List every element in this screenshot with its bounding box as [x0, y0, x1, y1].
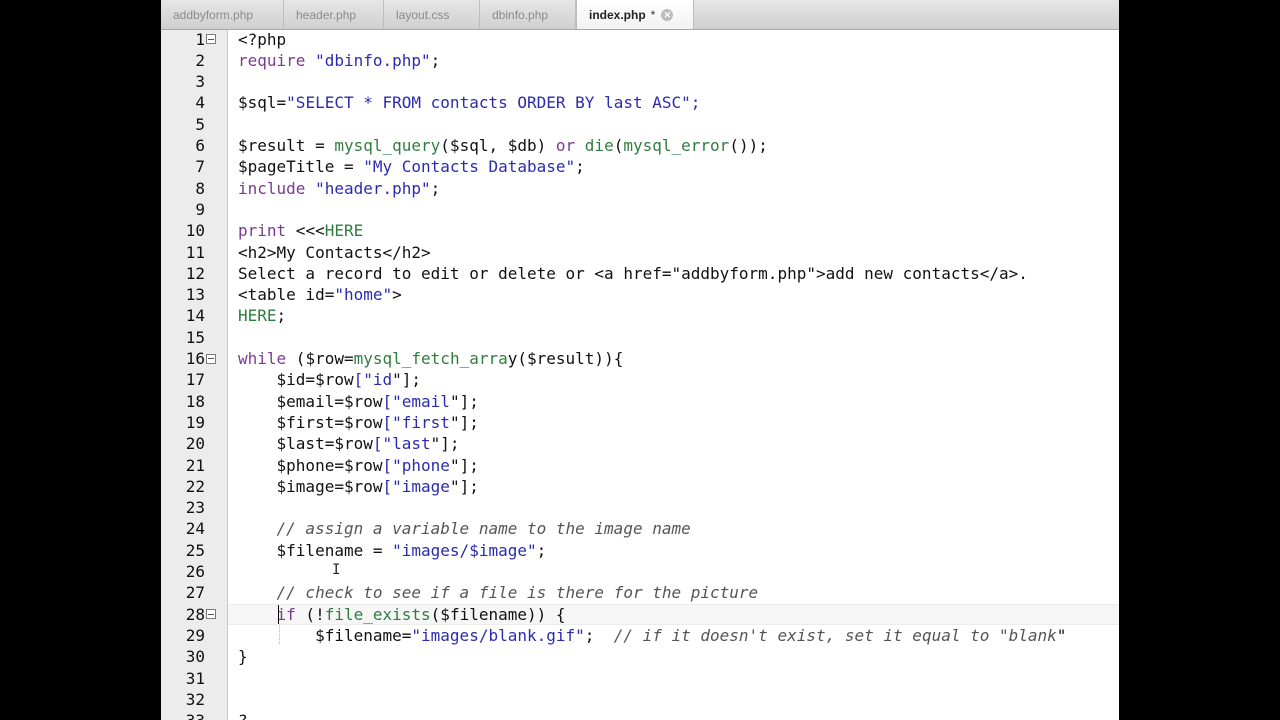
- text-cursor-icon: I: [332, 562, 341, 578]
- code-line: // assign a variable name to the image n…: [276, 519, 691, 539]
- line-number: 9: [195, 199, 205, 219]
- line-number-gutter: 1 2 3 4 5 6 7 8 9 10 11 12 13 14 15 16 17 18 19 20 21 22 23 24 2…: [161, 30, 228, 720]
- line-number: 6: [195, 136, 205, 155]
- code-line: ?: [238, 710, 248, 720]
- line-number: 5: [195, 114, 205, 134]
- code-line: <?php: [238, 29, 287, 49]
- tab-label: header.php: [296, 8, 357, 22]
- line-number: 31: [185, 668, 205, 688]
- code-line: // check to see if a file is there for t…: [276, 583, 759, 603]
- line-number: 19: [185, 412, 205, 432]
- code-line: $result = mysql_query($sql, $db) or die(…: [238, 136, 768, 155]
- code-line: }: [238, 647, 248, 667]
- indent-guide: [279, 624, 280, 645]
- line-number: 13: [185, 285, 205, 305]
- code-line: <table id="home">: [238, 285, 402, 305]
- line-number: 2: [195, 50, 205, 70]
- editor-window: addbyform.php header.php layout.css dbin…: [161, 0, 1119, 720]
- code-line: if (!file_exists($filename)) {: [276, 604, 566, 624]
- tab-addbyform[interactable]: addbyform.php: [161, 0, 284, 29]
- fold-minus-icon[interactable]: [206, 353, 216, 364]
- code-line: $filename = "images/$image";: [238, 540, 547, 560]
- code-area[interactable]: <?php require "dbinfo.php"; $sql="SELECT *…: [238, 30, 1119, 720]
- code-line: $last=$row["last"];: [238, 434, 460, 454]
- line-number: 21: [185, 455, 205, 475]
- code-line: include "header.php";: [238, 178, 441, 198]
- line-number: 16: [185, 349, 205, 368]
- line-number: 25: [185, 540, 205, 560]
- line-number: 3: [195, 72, 205, 92]
- line-number: 33: [161, 710, 205, 720]
- code-line: print <<<HERE: [238, 221, 364, 241]
- line-number: 23: [185, 498, 205, 518]
- code-line: $id=$row["id"];: [238, 370, 422, 390]
- tab-bar: addbyform.php header.php layout.css dbin…: [161, 0, 1119, 30]
- tab-label: index.php: [589, 8, 646, 22]
- close-icon[interactable]: ✕: [661, 8, 674, 21]
- line-number: 4: [195, 93, 205, 113]
- fold-minus-icon[interactable]: [206, 34, 216, 44]
- tab-dbinfo[interactable]: dbinfo.php: [480, 0, 576, 29]
- code-line: while ($row=mysql_fetch_array($result)){: [238, 349, 624, 368]
- line-number: 20: [185, 434, 205, 454]
- tab-label: addbyform.php: [173, 8, 254, 22]
- code-line: $phone=$row["phone"];: [238, 455, 479, 475]
- tab-layout[interactable]: layout.css: [384, 0, 480, 29]
- code-line: $filename="images/blank.gif"; // if it d…: [238, 625, 1067, 645]
- code-line: $pageTitle = "My Contacts Database";: [238, 157, 585, 177]
- tab-index[interactable]: index.php * ✕: [576, 0, 694, 29]
- line-number: 24: [185, 519, 205, 539]
- code-line: HERE;: [238, 306, 287, 326]
- code-line: $email=$row["email"];: [238, 391, 479, 411]
- line-number: 26: [185, 562, 205, 581]
- line-number: 7: [195, 157, 205, 177]
- line-number: 8: [195, 178, 205, 198]
- text-caret: [278, 604, 279, 624]
- line-number: 18: [185, 391, 205, 411]
- line-number: 15: [185, 327, 205, 347]
- line-number: 30: [185, 647, 205, 667]
- tab-label: dbinfo.php: [492, 8, 549, 22]
- line-number: 17: [185, 370, 205, 390]
- line-number: 32: [185, 689, 205, 709]
- code-line: require "dbinfo.php";: [238, 50, 441, 70]
- line-number: 11: [185, 242, 205, 262]
- tab-header[interactable]: header.php: [284, 0, 384, 29]
- line-number: 27: [185, 583, 205, 603]
- line-number: 22: [185, 476, 205, 496]
- code-line: Select a record to edit or delete or <a …: [238, 263, 1028, 283]
- fold-minus-icon[interactable]: [206, 609, 216, 620]
- line-number: 14: [185, 306, 205, 326]
- code-line: $first=$row["first"];: [238, 412, 479, 432]
- code-line: $image=$row["image"];: [238, 476, 479, 496]
- code-editor[interactable]: 1 2 3 4 5 6 7 8 9 10 11 12 13 14 15 16 17 18 19 20 21 22 23 24 2…: [161, 30, 1119, 720]
- line-number: 1: [195, 29, 205, 49]
- line-number: 12: [185, 263, 205, 283]
- tab-label: layout.css: [396, 8, 450, 22]
- line-number: 29: [185, 625, 205, 645]
- code-line: <h2>My Contacts</h2>: [238, 242, 431, 262]
- code-line: $sql="SELECT * FROM contacts ORDER BY la…: [238, 93, 701, 113]
- line-number: 10: [185, 221, 205, 241]
- modified-marker: *: [650, 8, 656, 22]
- line-number: 28: [185, 604, 205, 624]
